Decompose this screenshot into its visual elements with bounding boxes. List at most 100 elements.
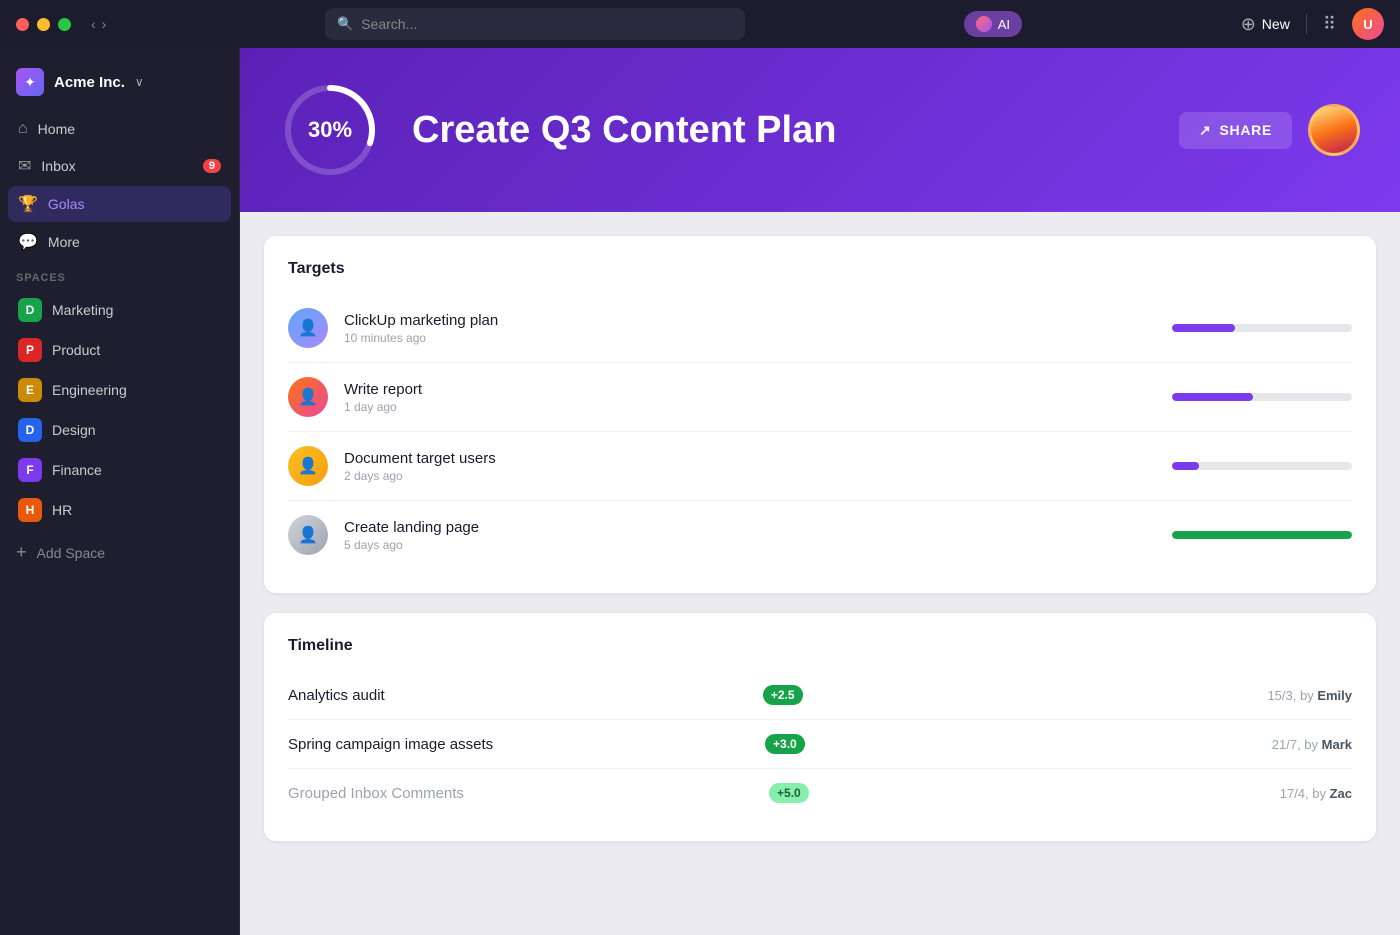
target-info: Write report 1 day ago: [344, 381, 1156, 414]
timeline-author: Mark: [1322, 737, 1352, 752]
share-icon: ↗: [1199, 122, 1211, 139]
space-badge-engineering: E: [18, 378, 42, 402]
sidebar-item-label: More: [48, 234, 80, 250]
new-plus-icon: ⊕: [1241, 14, 1256, 35]
space-item-marketing[interactable]: D Marketing: [8, 290, 231, 330]
target-item: 👤 Write report 1 day ago: [288, 363, 1352, 432]
target-time: 5 days ago: [344, 538, 1156, 552]
search-placeholder: Search...: [361, 16, 417, 32]
space-label: HR: [52, 502, 72, 518]
inbox-icon: ✉: [18, 156, 31, 176]
target-name: ClickUp marketing plan: [344, 312, 1156, 329]
space-item-hr[interactable]: H HR: [8, 490, 231, 530]
space-label: Marketing: [52, 302, 113, 318]
target-time: 10 minutes ago: [344, 331, 1156, 345]
goals-icon: 🏆: [18, 194, 38, 214]
space-item-finance[interactable]: F Finance: [8, 450, 231, 490]
target-avatar: 👤: [288, 377, 328, 417]
timeline-badge: +3.0: [765, 734, 805, 754]
target-info: Document target users 2 days ago: [344, 450, 1156, 483]
share-label: SHARE: [1219, 122, 1272, 138]
add-space-plus-icon: +: [16, 542, 27, 563]
progress-fill: [1172, 393, 1253, 401]
hero-user-avatar[interactable]: [1308, 104, 1360, 156]
user-avatar[interactable]: U: [1352, 8, 1384, 40]
progress-text: 30%: [308, 117, 352, 143]
space-item-design[interactable]: D Design: [8, 410, 231, 450]
timeline-item: Analytics audit +2.5 15/3, by Emily: [288, 671, 1352, 720]
nav-arrows: ‹ ›: [91, 16, 106, 32]
target-info: Create landing page 5 days ago: [344, 519, 1156, 552]
workspace-name: Acme Inc.: [54, 74, 125, 91]
search-bar[interactable]: 🔍 Search...: [325, 8, 745, 40]
sidebar-item-label: Golas: [48, 196, 85, 212]
target-avatar: 👤: [288, 308, 328, 348]
target-name: Write report: [344, 381, 1156, 398]
content-area: 30% Create Q3 Content Plan ↗ SHARE Targe…: [240, 48, 1400, 935]
spaces-list: D Marketing P Product E Engineering D De…: [0, 290, 239, 530]
workspace-header[interactable]: ✦ Acme Inc. ∨: [0, 60, 239, 112]
share-button[interactable]: ↗ SHARE: [1179, 112, 1292, 149]
progress-fill: [1172, 324, 1235, 332]
target-item: 👤 ClickUp marketing plan 10 minutes ago: [288, 294, 1352, 363]
timeline-author: Emily: [1317, 688, 1352, 703]
more-icon: 💬: [18, 232, 38, 252]
target-progress-bar: [1172, 393, 1352, 401]
target-progress-bar: [1172, 462, 1352, 470]
add-space-button[interactable]: + Add Space: [0, 534, 239, 571]
ai-icon: [976, 16, 992, 32]
progress-ring: 30%: [280, 80, 380, 180]
space-item-product[interactable]: P Product: [8, 330, 231, 370]
close-button[interactable]: [16, 18, 29, 31]
target-avatar: 👤: [288, 446, 328, 486]
target-item: 👤 Create landing page 5 days ago: [288, 501, 1352, 569]
avatar-image: [1311, 107, 1357, 153]
space-label: Product: [52, 342, 100, 358]
workspace-logo: ✦: [16, 68, 44, 96]
grid-icon[interactable]: ⠿: [1323, 14, 1336, 35]
space-item-engineering[interactable]: E Engineering: [8, 370, 231, 410]
ai-label: AI: [998, 17, 1010, 32]
target-name: Create landing page: [344, 519, 1156, 536]
hero-banner: 30% Create Q3 Content Plan ↗ SHARE: [240, 48, 1400, 212]
sidebar-item-label: Home: [38, 121, 75, 137]
inbox-badge: 9: [203, 159, 221, 173]
window-controls: [16, 18, 71, 31]
target-avatar: 👤: [288, 515, 328, 555]
search-icon: 🔍: [337, 16, 353, 32]
timeline-name: Analytics audit: [288, 687, 753, 704]
progress-fill: [1172, 462, 1199, 470]
topbar-right: ⊕ New ⠿ U: [1241, 8, 1384, 40]
maximize-button[interactable]: [58, 18, 71, 31]
scroll-area: Targets 👤 ClickUp marketing plan 10 minu…: [240, 212, 1400, 935]
sidebar: ✦ Acme Inc. ∨ ⌂ Home ✉ Inbox 9 🏆 Golas 💬…: [0, 48, 240, 935]
ai-button[interactable]: AI: [964, 11, 1022, 37]
progress-fill: [1172, 531, 1352, 539]
hero-title: Create Q3 Content Plan: [412, 109, 1147, 152]
target-info: ClickUp marketing plan 10 minutes ago: [344, 312, 1156, 345]
divider: [1306, 14, 1307, 34]
targets-section-title: Targets: [288, 260, 1352, 278]
space-label: Design: [52, 422, 96, 438]
target-progress-bar: [1172, 324, 1352, 332]
home-icon: ⌂: [18, 120, 28, 138]
back-arrow[interactable]: ‹: [91, 16, 96, 32]
target-item: 👤 Document target users 2 days ago: [288, 432, 1352, 501]
timeline-section-title: Timeline: [288, 637, 1352, 655]
sidebar-item-home[interactable]: ⌂ Home: [8, 112, 231, 146]
timeline-meta: 15/3, by Emily: [1267, 688, 1352, 703]
minimize-button[interactable]: [37, 18, 50, 31]
space-badge-design: D: [18, 418, 42, 442]
workspace-chevron-icon: ∨: [135, 75, 144, 89]
sidebar-item-more[interactable]: 💬 More: [8, 224, 231, 260]
space-label: Engineering: [52, 382, 127, 398]
new-label: New: [1262, 16, 1290, 32]
main-layout: ✦ Acme Inc. ∨ ⌂ Home ✉ Inbox 9 🏆 Golas 💬…: [0, 48, 1400, 935]
new-button[interactable]: ⊕ New: [1241, 14, 1290, 35]
forward-arrow[interactable]: ›: [102, 16, 107, 32]
timeline-author: Zac: [1330, 786, 1352, 801]
topbar: ‹ › 🔍 Search... AI ⊕ New ⠿ U: [0, 0, 1400, 48]
sidebar-item-goals[interactable]: 🏆 Golas: [8, 186, 231, 222]
sidebar-item-inbox[interactable]: ✉ Inbox 9: [8, 148, 231, 184]
timeline-item: Grouped Inbox Comments +5.0 17/4, by Zac: [288, 769, 1352, 817]
